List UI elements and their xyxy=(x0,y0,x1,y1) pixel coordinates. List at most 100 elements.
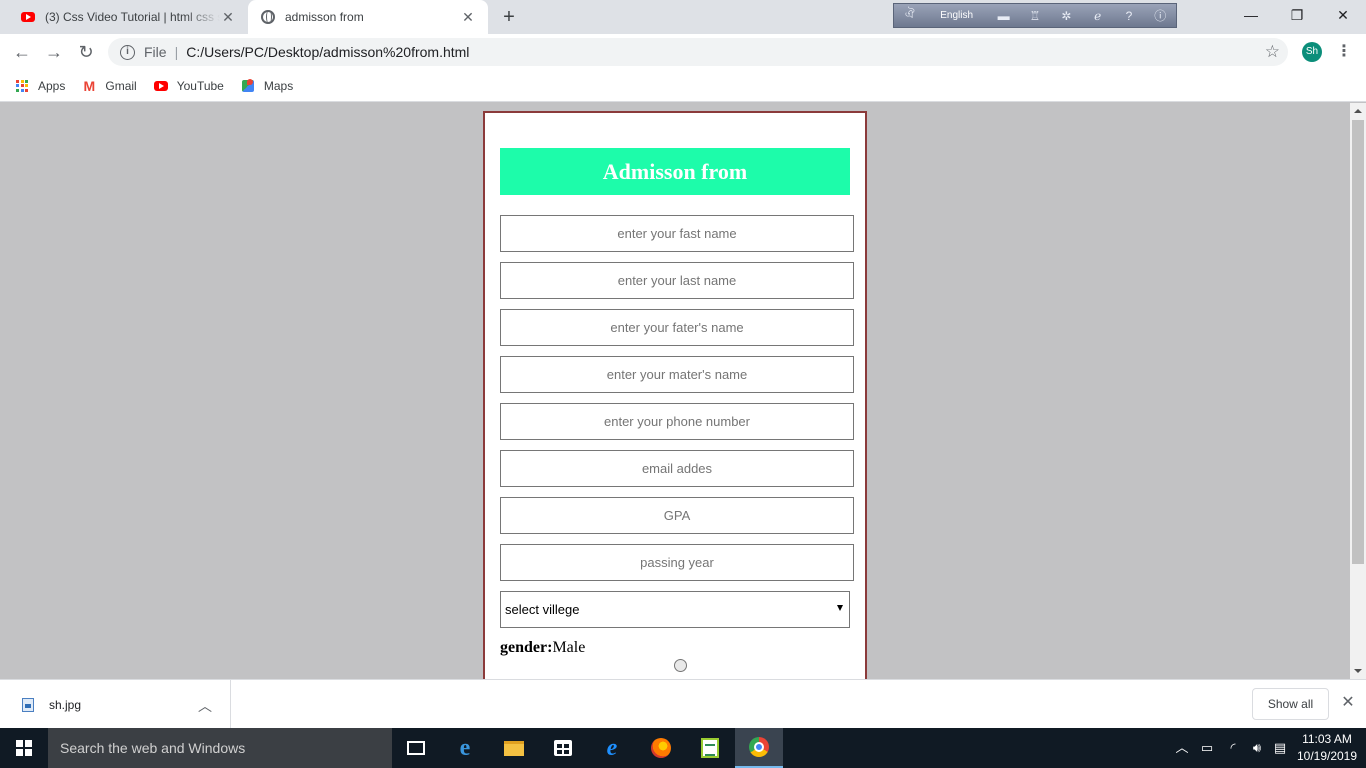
youtube-icon xyxy=(153,78,169,94)
menu-kebab-icon[interactable]: ⋮ xyxy=(1336,42,1352,62)
system-clock[interactable]: 11:03 AM 10/19/2019 xyxy=(1292,731,1362,765)
back-arrow-icon[interactable]: ← xyxy=(10,40,34,64)
youtube-icon xyxy=(20,9,36,25)
village-select-value: select villege xyxy=(505,602,580,617)
bookmarks-bar: Apps M Gmail YouTube Maps xyxy=(0,70,1366,102)
browser-icon[interactable]: ℯ xyxy=(1082,9,1113,23)
wifi-icon[interactable]: ◜ xyxy=(1222,728,1244,768)
keyboard-layout-icon[interactable]: ▬ xyxy=(988,9,1019,23)
phone-input[interactable] xyxy=(500,403,854,440)
browser-toolbar: ← → ↻ i File | C:/Users/PC/Desktop/admis… xyxy=(0,34,1366,70)
bookmark-label: YouTube xyxy=(176,78,224,93)
chevron-up-icon[interactable]: ︿ xyxy=(1172,728,1192,768)
passing-year-input[interactable] xyxy=(500,544,854,581)
address-bar[interactable]: i File | C:/Users/PC/Desktop/admisson%20… xyxy=(108,38,1288,66)
close-tab-icon[interactable]: ✕ xyxy=(220,9,236,26)
last-name-input[interactable] xyxy=(500,262,854,299)
bookmark-gmail[interactable]: M Gmail xyxy=(81,77,137,94)
clock-time: 11:03 AM xyxy=(1302,732,1352,746)
tab-title: admisson from xyxy=(285,10,364,24)
tab-admission[interactable]: admisson from ✕ xyxy=(248,0,488,34)
internet-explorer-button[interactable]: e xyxy=(588,728,636,768)
tab-youtube[interactable]: (3) Css Video Tutorial | html css s ✕ xyxy=(8,0,248,34)
task-view-button[interactable] xyxy=(392,728,440,768)
language-bar[interactable]: ঐ English ▬ ♖ ✲ ℯ ? ⓘ xyxy=(893,3,1177,28)
bookmark-label: Gmail xyxy=(105,78,137,93)
file-explorer-button[interactable] xyxy=(490,728,538,768)
info-icon[interactable]: ⓘ xyxy=(1145,7,1176,24)
download-shelf: sh.jpg ︿ Show all ✕ xyxy=(0,679,1366,729)
email-input[interactable] xyxy=(500,450,854,487)
volume-icon[interactable]: 🔊︎ xyxy=(1246,728,1268,768)
page-scrollbar[interactable] xyxy=(1350,103,1366,679)
notification-icon[interactable]: ▤ xyxy=(1270,728,1290,768)
bookmark-label: Maps xyxy=(263,78,294,93)
father-name-input[interactable] xyxy=(500,309,854,346)
scroll-up-icon[interactable] xyxy=(1354,109,1362,113)
edge-button[interactable]: e xyxy=(441,728,489,768)
bookmark-star-icon[interactable]: ☆ xyxy=(1265,42,1280,62)
minimize-button[interactable]: — xyxy=(1228,0,1274,30)
settings-icon[interactable]: ✲ xyxy=(1051,9,1082,23)
image-file-icon xyxy=(22,697,34,712)
battery-icon[interactable]: ▭ xyxy=(1196,728,1218,768)
keyboard-icon[interactable]: ঐ xyxy=(894,6,925,26)
mother-name-input[interactable] xyxy=(500,356,854,393)
windows-taskbar: Search the web and Windows e e ︿ ▭ ◜ 🔊︎ … xyxy=(0,728,1366,768)
gender-option-male: Male xyxy=(552,639,586,656)
language-label[interactable]: English xyxy=(925,10,988,21)
start-button[interactable] xyxy=(0,728,48,768)
help-icon[interactable]: ? xyxy=(1113,9,1144,23)
notepad-plus-button[interactable] xyxy=(686,728,734,768)
firefox-icon xyxy=(651,738,671,758)
notepad-icon xyxy=(701,738,719,758)
gender-row: gender:Male xyxy=(500,639,585,657)
page-viewport: Admisson from select villege gender:Male xyxy=(0,103,1350,679)
scroll-thumb[interactable] xyxy=(1352,120,1364,564)
edge-icon: e xyxy=(459,734,471,761)
reload-icon[interactable]: ↻ xyxy=(74,40,98,64)
firefox-button[interactable] xyxy=(637,728,685,768)
gmail-icon: M xyxy=(83,77,96,94)
url-text[interactable]: C:/Users/PC/Desktop/admisson%20from.html xyxy=(186,44,469,60)
first-name-input[interactable] xyxy=(500,215,854,252)
admission-form: Admisson from select villege gender:Male xyxy=(483,111,867,679)
chrome-button[interactable] xyxy=(735,728,783,768)
show-all-button[interactable]: Show all xyxy=(1252,688,1329,720)
profile-avatar[interactable]: Sh xyxy=(1302,42,1322,62)
bookmark-youtube[interactable]: YouTube xyxy=(153,78,224,94)
info-icon[interactable]: i xyxy=(120,44,135,60)
scroll-down-icon[interactable] xyxy=(1354,669,1362,673)
gpa-input[interactable] xyxy=(500,497,854,534)
store-icon xyxy=(554,740,572,756)
bookmark-label: Apps xyxy=(38,78,66,93)
dropdown-arrow-icon xyxy=(837,605,843,611)
close-window-button[interactable]: ✕ xyxy=(1320,0,1366,30)
clock-date: 10/19/2019 xyxy=(1296,749,1358,763)
taskbar-search[interactable]: Search the web and Windows xyxy=(48,728,392,768)
separator: | xyxy=(174,44,179,60)
task-view-icon xyxy=(407,741,425,755)
file-scheme-label: File xyxy=(144,44,167,60)
tab-title: (3) Css Video Tutorial | html css s xyxy=(45,10,220,24)
restore-button[interactable]: ❐ xyxy=(1274,0,1320,30)
folder-icon xyxy=(504,740,524,756)
maps-icon xyxy=(240,78,256,94)
download-filename: sh.jpg xyxy=(49,697,82,712)
font-icon[interactable]: ♖ xyxy=(1019,9,1050,23)
gender-label: gender: xyxy=(500,639,553,656)
bookmark-maps[interactable]: Maps xyxy=(240,78,293,94)
bookmark-apps[interactable]: Apps xyxy=(14,78,65,94)
store-button[interactable] xyxy=(539,728,587,768)
chevron-up-icon[interactable]: ︿ xyxy=(198,696,212,716)
forward-arrow-icon[interactable]: → xyxy=(42,40,66,64)
gender-male-radio[interactable] xyxy=(674,659,687,672)
chrome-icon xyxy=(749,737,769,757)
download-item[interactable]: sh.jpg ︿ xyxy=(0,680,231,729)
close-tab-icon[interactable]: ✕ xyxy=(460,9,476,26)
tab-strip: (3) Css Video Tutorial | html css s ✕ ad… xyxy=(0,0,1366,34)
apps-grid-icon xyxy=(14,78,30,94)
new-tab-button[interactable]: + xyxy=(498,6,520,28)
village-select[interactable]: select villege xyxy=(500,591,850,628)
close-shelf-icon[interactable]: ✕ xyxy=(1338,693,1358,713)
